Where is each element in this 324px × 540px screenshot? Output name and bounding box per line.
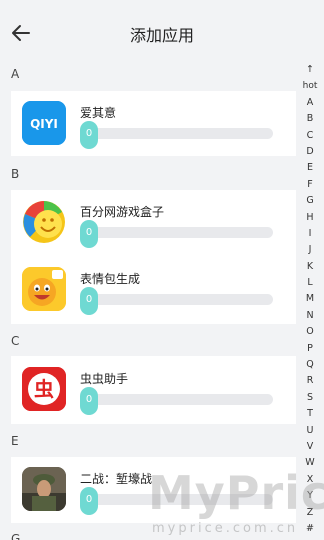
page-title: 添加应用 — [129, 26, 194, 45]
index-item-hot[interactable]: hot — [299, 78, 321, 94]
progress-knob[interactable]: 0 — [80, 487, 98, 515]
watermark-url: myprice.com.cn — [152, 521, 299, 536]
app-row-emoji-maker[interactable]: 表情包生成 0 — [11, 267, 296, 315]
app-row-iqiyi[interactable]: QIYI 爱其意 0 — [11, 101, 296, 149]
progress-value: 0 — [85, 128, 93, 139]
app-row-chongchong[interactable]: 虫 虫虫助手 0 — [11, 367, 296, 415]
app-name: 二战：堑壕战 — [80, 472, 153, 486]
section-letter-e: E — [11, 434, 19, 448]
iqiyi-icon: QIYI — [22, 101, 66, 145]
section-letter-a: A — [11, 67, 20, 81]
index-item-n[interactable]: N — [299, 308, 321, 324]
index-item-t[interactable]: T — [299, 406, 321, 422]
chongchong-icon-text: 虫 — [34, 377, 54, 401]
index-item-p[interactable]: P — [299, 341, 321, 357]
index-item-e[interactable]: E — [299, 160, 321, 176]
progress-track — [81, 394, 273, 405]
index-item-d[interactable]: D — [299, 144, 321, 160]
index-item-q[interactable]: Q — [299, 357, 321, 373]
iqiyi-icon-text: QIYI — [30, 117, 58, 131]
index-item-b[interactable]: B — [299, 111, 321, 127]
progress-knob[interactable]: 0 — [80, 220, 98, 248]
progress-value: 0 — [85, 294, 93, 305]
index-item-k[interactable]: K — [299, 259, 321, 275]
index-item-m[interactable]: M — [299, 291, 321, 307]
index-up-arrow-icon[interactable]: ↑ — [299, 62, 321, 78]
progress-value: 0 — [85, 227, 93, 238]
section-letter-b: B — [11, 167, 20, 181]
app-row-game-box[interactable]: 百分网游戏盒子 0 — [11, 200, 296, 248]
index-item-v[interactable]: V — [299, 439, 321, 455]
index-item-g[interactable]: G — [299, 193, 321, 209]
index-item-r[interactable]: R — [299, 373, 321, 389]
index-item-o[interactable]: O — [299, 324, 321, 340]
app-name: 百分网游戏盒子 — [80, 205, 165, 219]
section-letter-g: G — [11, 532, 21, 540]
emoji-maker-icon — [22, 267, 66, 311]
progress-knob[interactable]: 0 — [80, 121, 98, 149]
ww2-soldier-icon — [22, 467, 66, 511]
app-name: 爱其意 — [80, 106, 117, 120]
progress-track — [81, 128, 273, 139]
section-card-b: 百分网游戏盒子 0 表情包生成 0 — [11, 190, 296, 324]
index-item-c[interactable]: C — [299, 128, 321, 144]
index-item-j[interactable]: J — [299, 242, 321, 258]
app-name: 虫虫助手 — [80, 372, 129, 386]
index-item-l[interactable]: L — [299, 275, 321, 291]
app-name: 表情包生成 — [80, 272, 141, 286]
game-box-icon — [22, 200, 66, 244]
progress-value: 0 — [85, 494, 93, 505]
section-card-c: 虫 虫虫助手 0 — [11, 356, 296, 424]
progress-track — [81, 294, 273, 305]
watermark-logo: MyPrice — [148, 466, 324, 520]
progress-knob[interactable]: 0 — [80, 287, 98, 315]
index-item-hash[interactable]: # — [299, 521, 321, 537]
index-item-i[interactable]: I — [299, 226, 321, 242]
index-item-h[interactable]: H — [299, 210, 321, 226]
index-item-a[interactable]: A — [299, 95, 321, 111]
section-card-a: QIYI 爱其意 0 — [11, 91, 296, 156]
chongchong-icon: 虫 — [22, 367, 66, 411]
section-letter-c: C — [11, 334, 20, 348]
index-item-f[interactable]: F — [299, 177, 321, 193]
index-item-s[interactable]: S — [299, 390, 321, 406]
progress-track — [81, 227, 273, 238]
progress-knob[interactable]: 0 — [80, 387, 98, 415]
index-item-u[interactable]: U — [299, 423, 321, 439]
header: 添加应用 — [0, 0, 324, 64]
progress-value: 0 — [85, 394, 93, 405]
